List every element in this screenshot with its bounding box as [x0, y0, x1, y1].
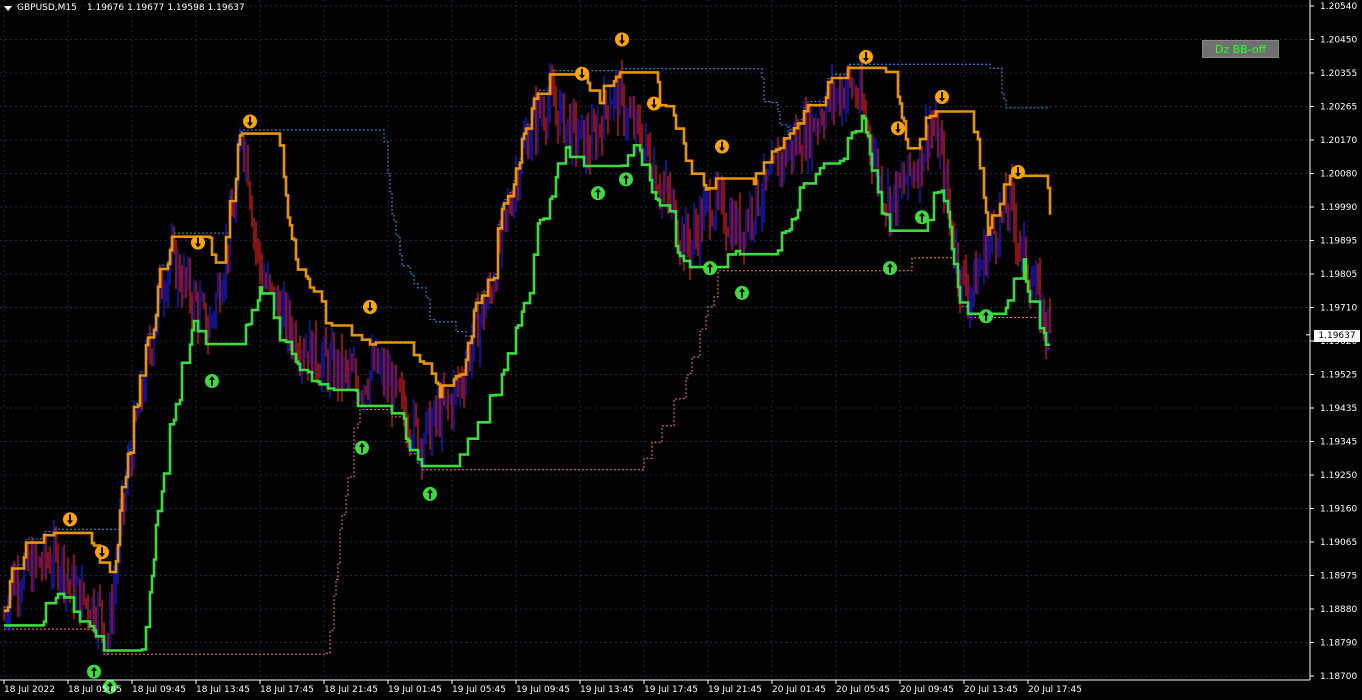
buy-arrow-icon: [591, 186, 605, 201]
x-tick-label: 18 Jul 09:45: [132, 685, 186, 695]
x-tick-label: 19 Jul 01:45: [388, 685, 442, 695]
sell-arrow-icon: [715, 139, 729, 154]
sell-arrow-icon: [859, 49, 873, 64]
sell-arrow-icon: [1011, 165, 1025, 180]
y-tick-label: 1.19525: [1320, 371, 1357, 381]
y-tick-label: 1.19710: [1320, 304, 1357, 314]
x-tick-label: 19 Jul 05:45: [452, 685, 506, 695]
x-tick-label: 18 Jul 17:45: [260, 685, 314, 695]
buy-arrow-icon: [735, 285, 749, 300]
x-tick-label: 20 Jul 17:45: [1028, 685, 1082, 695]
sell-arrow-icon: [243, 114, 257, 129]
close-price: 1.19637: [207, 3, 245, 13]
y-tick-label: 1.19990: [1320, 203, 1357, 213]
y-tick-label: 1.18700: [1320, 672, 1357, 682]
buy-arrow-icon: [205, 374, 219, 389]
x-tick-label: 19 Jul 09:45: [516, 685, 570, 695]
x-tick-label: 18 Jul 13:45: [196, 685, 250, 695]
buy-arrow-icon: [423, 486, 437, 501]
y-tick-label: 1.18880: [1320, 605, 1357, 615]
x-tick-label: 20 Jul 05:45: [836, 685, 890, 695]
y-tick-label: 1.20080: [1320, 170, 1357, 180]
x-tick-label: 20 Jul 09:45: [900, 685, 954, 695]
y-tick-label: 1.19250: [1320, 471, 1357, 481]
buy-arrow-icon: [883, 261, 897, 276]
resistance-line: [4, 66, 1052, 613]
x-tick-label: 18 Jul 2022: [4, 685, 55, 695]
buy-arrow-icon: [979, 309, 993, 324]
current-price-label: 1.19637: [1314, 330, 1360, 342]
y-tick-label: 1.18790: [1320, 639, 1357, 649]
upper-band: [4, 63, 1050, 608]
y-tick-label: 1.19345: [1320, 438, 1357, 448]
buy-arrow-icon: [915, 210, 929, 225]
sell-arrow-icon: [95, 545, 109, 560]
chevron-down-icon[interactable]: [4, 5, 12, 11]
candlesticks: [3, 58, 1051, 657]
y-tick-label: 1.19160: [1320, 505, 1357, 515]
sell-arrow-icon: [647, 96, 661, 111]
sell-arrow-icon: [63, 512, 77, 527]
high-price: 1.19677: [127, 3, 165, 13]
support-line: [4, 114, 1050, 652]
buy-arrow-icon: [619, 172, 633, 187]
low-price: 1.19598: [167, 3, 205, 13]
y-tick-label: 1.19065: [1320, 538, 1357, 548]
x-tick-label: 20 Jul 01:45: [772, 685, 826, 695]
buy-arrow-icon: [355, 440, 369, 455]
sell-arrow-icon: [575, 66, 589, 81]
x-tick-label: 18 Jul 05:45: [68, 685, 122, 695]
y-tick-label: 1.20540: [1320, 2, 1357, 12]
open-price: 1.19676: [86, 3, 125, 13]
sell-arrow-icon: [363, 300, 377, 315]
x-tick-label: 18 Jul 21:45: [324, 685, 378, 695]
y-tick-label: 1.19805: [1320, 270, 1357, 280]
signal-arrows: [63, 32, 1025, 694]
y-tick-label: 1.20355: [1320, 69, 1357, 79]
chart-header: GBPUSD,M15 1.19676 1.19677 1.19598 1.196…: [4, 3, 245, 13]
sell-arrow-icon: [615, 32, 629, 47]
x-tick-label: 19 Jul 21:45: [708, 685, 762, 695]
x-tick-label: 19 Jul 17:45: [644, 685, 698, 695]
y-tick-label: 1.19435: [1320, 404, 1357, 414]
y-tick-label: 1.18975: [1320, 572, 1357, 582]
indicator-toggle-button[interactable]: Dz BB-off: [1202, 40, 1279, 58]
y-tick-label: 1.20170: [1320, 136, 1357, 146]
sell-arrow-icon: [191, 235, 205, 250]
x-tick-label: 20 Jul 13:45: [964, 685, 1018, 695]
support-resistance-lines: [4, 66, 1052, 652]
sell-arrow-icon: [935, 90, 949, 105]
symbol-label: GBPUSD,M15: [17, 3, 77, 13]
x-tick-label: 19 Jul 13:45: [580, 685, 634, 695]
buy-arrow-icon: [87, 664, 101, 679]
buy-arrow-icon: [703, 261, 717, 276]
chart-axes: 1.20540 1.20450 1.20355 1.20265 1.20170 1.200…: [0, 0, 1357, 695]
y-tick-label: 1.19895: [1320, 237, 1357, 247]
y-tick-label: 1.20265: [1320, 103, 1357, 113]
sell-arrow-icon: [891, 121, 905, 136]
y-tick-label: 1.20450: [1320, 36, 1357, 46]
price-chart[interactable]: 1.20540 1.20450 1.20355 1.20265 1.20170 1.200…: [0, 0, 1362, 700]
bollinger-bands: [4, 63, 1050, 655]
lower-band: [4, 257, 1050, 655]
